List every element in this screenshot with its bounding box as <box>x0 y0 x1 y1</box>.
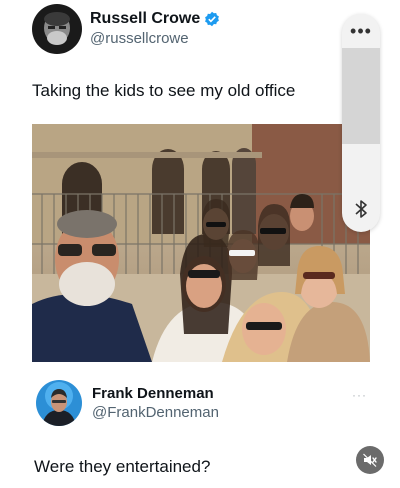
more-dots-icon[interactable]: ••• <box>342 22 380 40</box>
post-photo[interactable] <box>32 124 370 362</box>
verified-badge-icon <box>204 11 220 27</box>
bluetooth-icon[interactable] <box>351 197 371 226</box>
author-handle[interactable]: @russellcrowe <box>90 29 220 49</box>
reply-text: Were they entertained? <box>34 457 211 476</box>
reply-author-name[interactable]: Frank Denneman <box>92 384 219 403</box>
author-name[interactable]: Russell Crowe <box>90 9 200 29</box>
reply-header: Frank Denneman @FrankDenneman <box>36 380 219 426</box>
speaker-muted-icon[interactable] <box>356 446 384 474</box>
reply-author-handle[interactable]: @FrankDenneman <box>92 403 219 422</box>
author-avatar[interactable] <box>32 4 82 54</box>
reply-more-dots-icon[interactable]: ··· <box>352 388 367 402</box>
post-text: Taking the kids to see my old office <box>32 81 296 100</box>
post-header: Russell Crowe @russellcrowe <box>32 4 220 54</box>
volume-slider[interactable] <box>342 48 380 144</box>
side-control-panel: ••• <box>342 14 380 232</box>
reply-author-avatar[interactable] <box>36 380 82 426</box>
